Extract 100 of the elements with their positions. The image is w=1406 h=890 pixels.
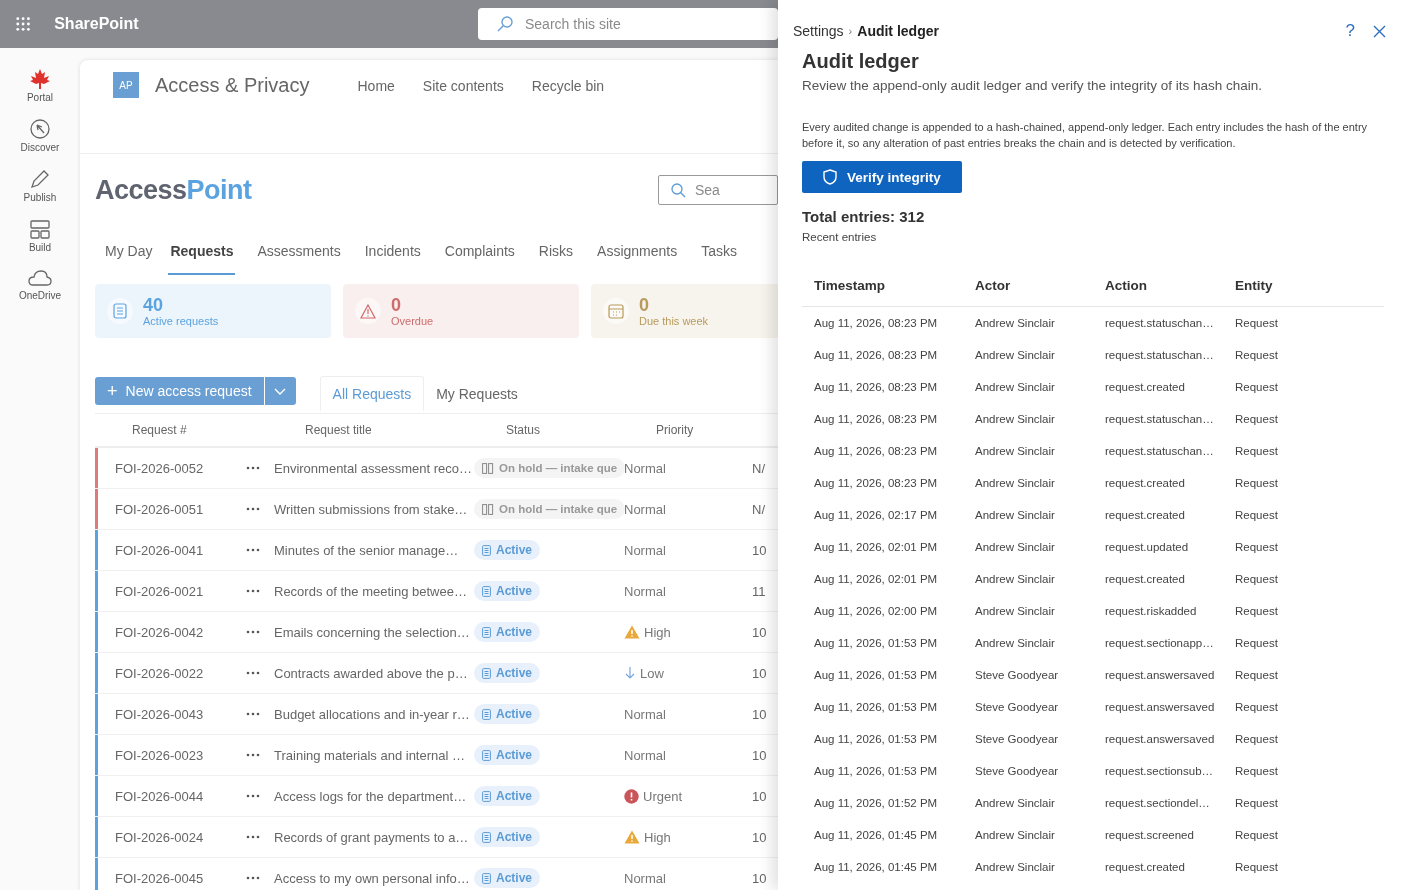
tab[interactable]: Assessments bbox=[247, 229, 355, 275]
table-cell-text: request.statuschan… bbox=[1105, 413, 1215, 425]
site-nav-link[interactable]: Site contents bbox=[422, 72, 504, 100]
dropdown-button[interactable] bbox=[263, 377, 296, 405]
table-cell-text: request.screened bbox=[1105, 829, 1195, 841]
more-icon[interactable] bbox=[246, 835, 260, 839]
table-cell-text: Aug 11, 2026, 08:23 PM bbox=[813, 349, 939, 361]
column-header[interactable]: Priority bbox=[656, 423, 778, 437]
table-cell-text: request.created bbox=[1105, 509, 1186, 521]
document-icon bbox=[482, 790, 491, 802]
table-cell: 10 bbox=[752, 624, 767, 640]
table-cell-text: Andrew Sinclair bbox=[975, 829, 1056, 841]
tab[interactable]: Incidents bbox=[354, 229, 435, 275]
more-icon[interactable] bbox=[246, 794, 260, 798]
more-icon[interactable] bbox=[246, 876, 260, 880]
table-cell-text: Andrew Sinclair bbox=[975, 573, 1056, 585]
table-cell-text: FOI-2026-0041 bbox=[114, 542, 205, 558]
app-launcher-icon[interactable] bbox=[16, 16, 31, 32]
help-button[interactable]: ? bbox=[1345, 21, 1355, 41]
tab[interactable]: Risks bbox=[528, 229, 588, 275]
table-cell-text: Request bbox=[1235, 445, 1279, 457]
table-cell-text: Written submissions from stake… bbox=[274, 501, 469, 517]
table-cell-text: request.sectionsub… bbox=[1105, 765, 1215, 777]
status-pill: Active bbox=[474, 663, 541, 683]
site-nav-link[interactable]: Home bbox=[357, 72, 395, 100]
table-cell-text: Request bbox=[1235, 413, 1279, 425]
more-icon[interactable] bbox=[246, 630, 260, 634]
rail-item[interactable]: Discover bbox=[10, 118, 70, 160]
table-cell-text: request.statuschan… bbox=[1105, 349, 1215, 361]
table-cell-text: Andrew Sinclair bbox=[975, 445, 1056, 457]
rail-item[interactable]: Publish bbox=[10, 168, 70, 210]
table-cell-text: Request bbox=[1235, 477, 1279, 489]
status-pill: Active bbox=[474, 622, 541, 642]
status-pill: Active bbox=[474, 868, 541, 888]
priority-text: High bbox=[644, 829, 671, 845]
table-cell-text: FOI-2026-0052 bbox=[114, 460, 205, 476]
table-cell-text: Records of grant payments to a… bbox=[274, 829, 470, 845]
more-icon[interactable] bbox=[246, 507, 260, 511]
more-icon[interactable] bbox=[246, 548, 260, 552]
cloud-icon bbox=[28, 268, 52, 288]
more-icon[interactable] bbox=[246, 753, 260, 757]
search-icon bbox=[670, 182, 686, 198]
priority-text: Urgent bbox=[643, 788, 683, 804]
document-icon bbox=[482, 626, 491, 638]
table-cell-text: Aug 11, 2026, 01:53 PM bbox=[813, 669, 939, 681]
rail-item[interactable]: Portal bbox=[10, 68, 70, 110]
more-icon[interactable] bbox=[246, 589, 260, 593]
table-cell-text: Steve Goodyear bbox=[975, 765, 1060, 777]
search-field[interactable]: Sea bbox=[658, 175, 778, 205]
rail-item[interactable]: Build bbox=[10, 218, 70, 260]
table-cell-text: Request bbox=[1235, 701, 1279, 713]
shield-icon bbox=[823, 169, 838, 185]
breadcrumb-link[interactable]: Settings bbox=[793, 23, 844, 39]
tab[interactable]: Complaints bbox=[434, 229, 529, 275]
priority-text: Normal bbox=[624, 747, 666, 763]
verify-integrity-button[interactable]: Verify integrity bbox=[802, 161, 962, 193]
more-icon[interactable] bbox=[246, 712, 260, 716]
table-cell-text: request.created bbox=[1105, 573, 1186, 585]
table-cell-text: Budget allocations and in-year r… bbox=[274, 706, 471, 722]
table-cell-text: Aug 11, 2026, 08:23 PM bbox=[813, 445, 939, 457]
table-cell: 10 bbox=[752, 665, 767, 681]
tab[interactable]: My Day bbox=[95, 229, 167, 275]
calendar-icon bbox=[608, 303, 624, 319]
tab[interactable]: Requests bbox=[168, 229, 236, 275]
maple-leaf-icon bbox=[29, 68, 51, 90]
table-cell-text: Andrew Sinclair bbox=[975, 349, 1056, 361]
rail-item[interactable]: OneDrive bbox=[10, 268, 70, 310]
column-header[interactable]: Request # bbox=[95, 423, 305, 437]
panel-title: Audit ledger bbox=[802, 50, 920, 73]
document-icon bbox=[482, 544, 491, 556]
view-tab[interactable]: All Requests bbox=[319, 376, 425, 411]
document-icon bbox=[482, 749, 491, 761]
close-icon[interactable] bbox=[1373, 24, 1386, 38]
tab[interactable]: Assignments bbox=[587, 229, 692, 275]
table-cell-text: FOI-2026-0044 bbox=[114, 788, 205, 804]
table-cell-text: request.riskadded bbox=[1105, 605, 1198, 617]
site-search-field[interactable]: Search this site bbox=[478, 8, 778, 40]
warning-icon bbox=[360, 303, 376, 319]
table-cell-text: Aug 11, 2026, 02:17 PM bbox=[813, 509, 939, 521]
description: Every audited change is appended to a hash-chained, append-only ledger. Each entry includes the hash of the entry before it, so any alteration of past entries breaks the chain and is detected by verification. bbox=[802, 120, 1369, 151]
column-header[interactable]: Request title bbox=[305, 423, 506, 437]
tab[interactable]: Tasks bbox=[691, 229, 751, 275]
table-cell-text: Aug 11, 2026, 01:53 PM bbox=[813, 733, 939, 745]
status-pill: On hold — intake que bbox=[474, 458, 626, 478]
site-logo: AP bbox=[113, 72, 139, 98]
more-icon[interactable] bbox=[246, 466, 260, 470]
stat-value: 40 bbox=[143, 295, 165, 315]
status-pill: Active bbox=[474, 704, 541, 724]
status-pill: Active bbox=[474, 827, 541, 847]
app-logo: AccessPoint bbox=[95, 174, 253, 206]
table-cell: 10 bbox=[752, 870, 767, 886]
view-tab[interactable]: My Requests bbox=[424, 377, 530, 411]
table-cell-text: Request bbox=[1235, 829, 1279, 841]
table-cell-text: Contracts awarded above the p… bbox=[274, 665, 469, 681]
site-nav-link[interactable]: Recycle bin bbox=[531, 72, 605, 100]
table-cell-text: FOI-2026-0043 bbox=[114, 706, 205, 722]
more-icon[interactable] bbox=[246, 671, 260, 675]
panel-subtitle: Review the append-only audit ledger and verify the integrity of its hash chain. bbox=[802, 78, 1264, 93]
column-header[interactable]: Status bbox=[506, 423, 656, 437]
total-entries: Total entries: 312 bbox=[802, 208, 926, 225]
